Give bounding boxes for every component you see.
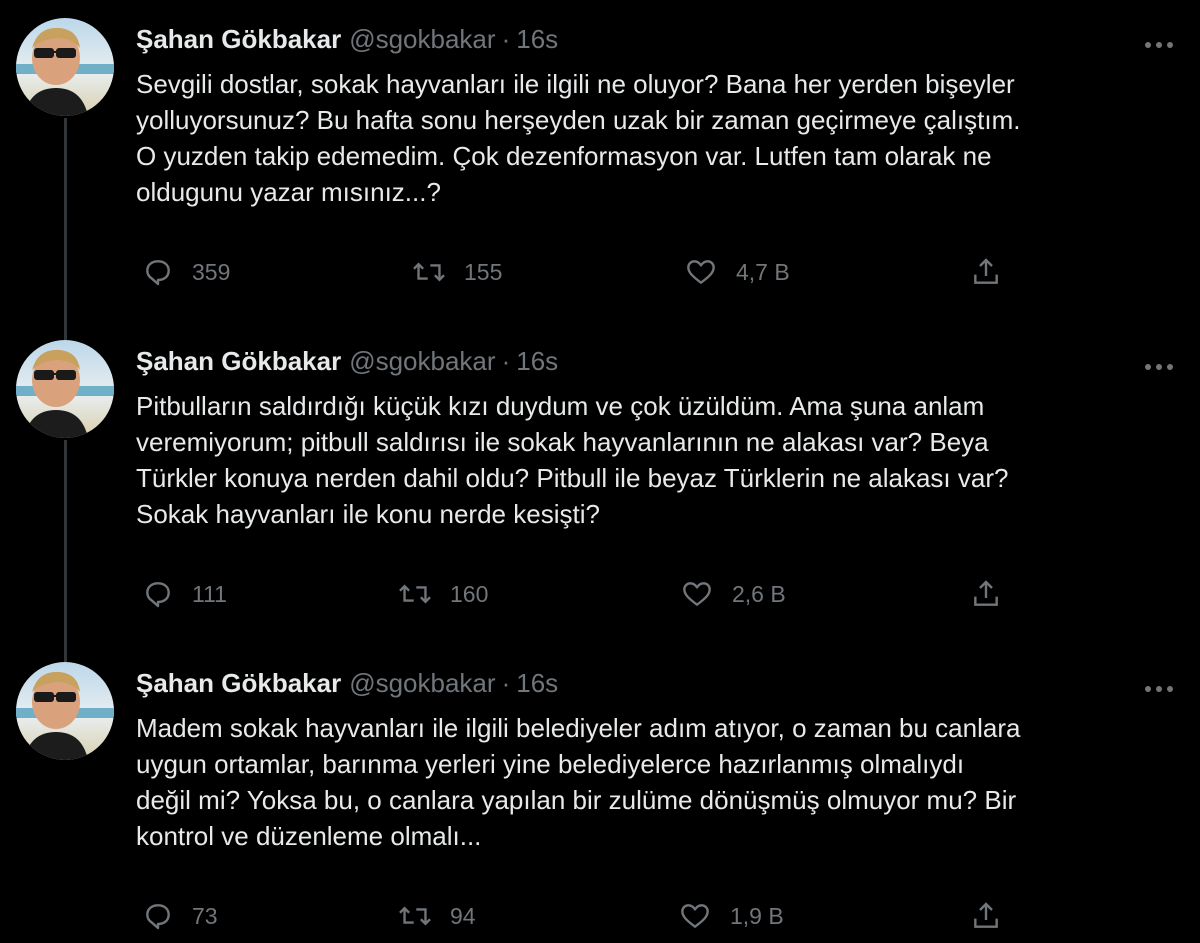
author-handle[interactable]: @sgokbakar [349,668,495,698]
like-count: 4,7 B [736,258,790,285]
separator-dot: · [501,24,511,54]
retweet-icon [413,262,445,282]
tweet-text-line: Türkler konuya nerden dahil oldu? Pitbul… [136,463,1009,493]
tweet-text-line: veremiyorum; pitbull saldırısı ile sokak… [136,427,989,457]
share-button[interactable] [970,252,1002,292]
like-button[interactable]: 1,9 B [678,896,784,936]
more-options-button[interactable] [1144,36,1174,48]
retweet-button[interactable]: 160 [398,574,488,614]
tweet-text: Pitbulların saldırdığı küçük kızı duydum… [136,388,1176,532]
retweet-count: 155 [464,258,503,285]
share-icon [974,258,998,284]
more-options-button[interactable] [1144,358,1174,370]
retweet-icon [399,584,431,604]
reply-count: 73 [192,902,218,929]
tweet-text: Madem sokak hayvanları ile ilgili beledi… [136,710,1176,854]
tweet-actions: 73 94 1,9 B [0,896,1200,936]
tweet-text-line: O yuzden takip edemedim. Çok dezenformas… [136,141,992,171]
thread-connector-line [64,118,67,340]
like-button[interactable]: 2,6 B [680,574,786,614]
share-button[interactable] [970,896,1002,936]
tweet-header: Şahan Gökbakar @sgokbakar · 16s [136,344,558,378]
tweet-header: Şahan Gökbakar @sgokbakar · 16s [136,22,558,56]
more-icon [1145,686,1173,692]
more-options-button[interactable] [1144,680,1174,692]
retweet-icon [399,906,431,926]
tweet-timestamp[interactable]: 16s [516,346,558,376]
more-icon [1145,42,1173,48]
tweet-timestamp[interactable]: 16s [516,668,558,698]
tweet-actions: 359 155 4,7 B [0,252,1200,292]
author-name[interactable]: Şahan Gökbakar [136,668,341,698]
share-icon [974,902,998,928]
share-icon [974,580,998,606]
avatar[interactable] [16,662,114,760]
more-icon [1145,364,1173,370]
retweet-button[interactable]: 155 [412,252,502,292]
author-handle[interactable]: @sgokbakar [349,346,495,376]
tweet-timestamp[interactable]: 16s [516,24,558,54]
tweet-text-line: yolluyorsunuz? Bu hafta sonu herşeyden u… [136,105,1021,135]
tweet-text-line: kontrol ve düzenleme olmalı... [136,821,482,851]
like-button[interactable]: 4,7 B [684,252,790,292]
like-count: 2,6 B [732,580,786,607]
reply-button[interactable]: 359 [142,252,230,292]
reply-icon [146,904,170,930]
tweet-text-line: Madem sokak hayvanları ile ilgili beledi… [136,713,1021,743]
thread-connector-line [64,440,67,662]
reply-icon [146,260,170,286]
tweet-text-line: uygun ortamlar, barınma yerleri yine bel… [136,749,965,779]
separator-dot: · [501,668,511,698]
like-icon [687,260,715,284]
like-count: 1,9 B [730,902,784,929]
reply-count: 111 [192,580,227,607]
retweet-count: 94 [450,902,476,929]
reply-button[interactable]: 111 [142,574,227,614]
retweet-button[interactable]: 94 [398,896,476,936]
author-name[interactable]: Şahan Gökbakar [136,346,341,376]
tweet-text-line: Sokak hayvanları ile konu nerde kesişti? [136,499,600,529]
tweet-text-line: değil mi? Yoksa bu, o canlara yapılan bi… [136,785,1017,815]
tweet-text-line: oldugunu yazar mısınız...? [136,177,441,207]
author-handle[interactable]: @sgokbakar [349,24,495,54]
reply-count: 359 [192,258,231,285]
tweet-header: Şahan Gökbakar @sgokbakar · 16s [136,666,558,700]
reply-icon [146,582,170,608]
tweet-text-line: Sevgili dostlar, sokak hayvanları ile il… [136,69,1015,99]
like-icon [681,904,709,928]
like-icon [683,582,711,606]
avatar[interactable] [16,340,114,438]
share-button[interactable] [970,574,1002,614]
author-name[interactable]: Şahan Gökbakar [136,24,341,54]
retweet-count: 160 [450,580,489,607]
tweet-actions: 111 160 2,6 B [0,574,1200,614]
reply-button[interactable]: 73 [142,896,218,936]
tweet-text: Sevgili dostlar, sokak hayvanları ile il… [136,66,1176,210]
separator-dot: · [501,346,511,376]
tweet-text-line: Pitbulların saldırdığı küçük kızı duydum… [136,391,985,421]
avatar[interactable] [16,18,114,116]
